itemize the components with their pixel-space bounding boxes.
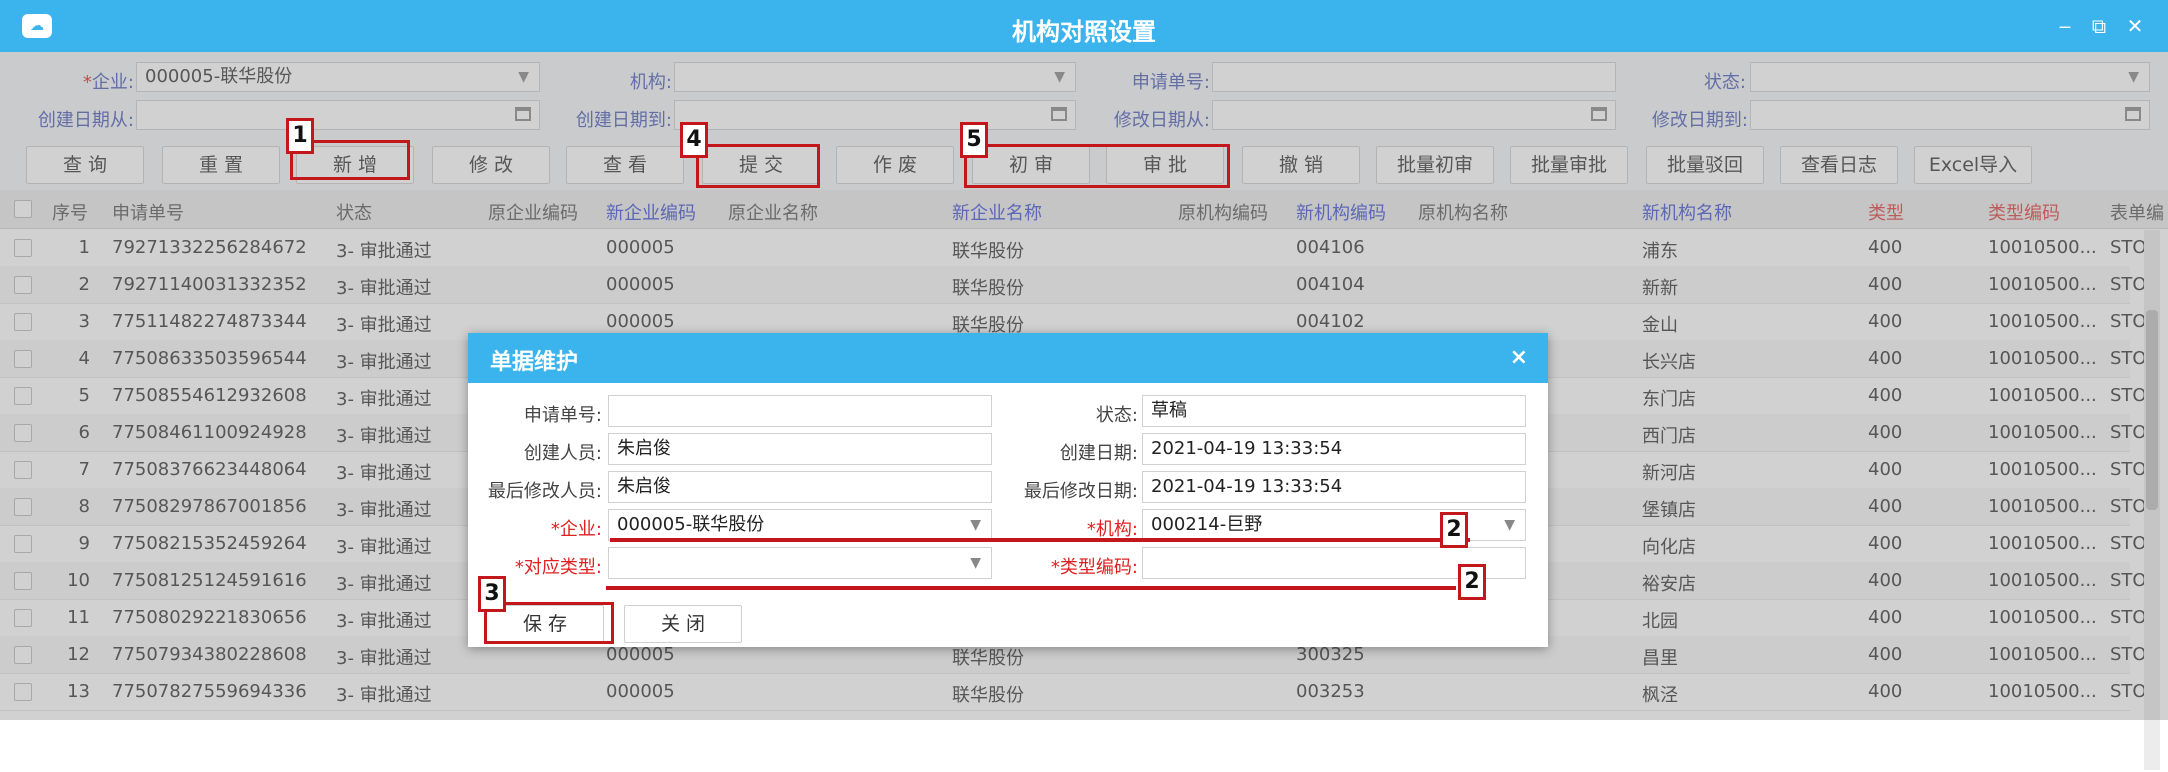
annotation-number-4: 4 [680,122,708,158]
status-field[interactable]: 草稿 [1142,395,1526,427]
restore-icon[interactable]: ⧉ [2086,14,2112,38]
annotation-underline-row-1 [610,538,1470,542]
highlight-review-approve-buttons [964,144,1230,188]
enterprise-label: *企业: [550,519,602,540]
minimize-icon[interactable]: ‒ [2052,14,2078,38]
chevron-down-icon: ▼ [970,517,981,533]
dialog-close-icon[interactable]: × [1510,345,1528,370]
enterprise-select[interactable]: 000005-联华股份 ▼ [608,509,992,541]
last-modified-date-label: 最后修改日期: [1023,481,1138,502]
close-icon[interactable]: ✕ [2122,14,2148,38]
close-button[interactable]: 关 闭 [624,605,742,643]
annotation-number-2b: 2 [1458,564,1486,600]
type-code-label: *类型编码: [1050,557,1138,578]
created-date-label: 创建日期: [1059,443,1138,464]
org-select[interactable]: 000214-巨野 ▼ [1142,509,1526,541]
creator-field[interactable]: 朱启俊 [608,433,992,465]
document-dialog: 单据维护 × 申请单号: 状态: 草稿 创建人员: 朱启俊 创建日期: 2021… [468,333,1548,647]
chevron-down-icon: ▼ [1504,517,1515,533]
dialog-title-bar: 单据维护 × [468,333,1548,383]
window-title: 机构对照设置 [1012,18,1156,46]
mapping-type-select[interactable]: ▼ [608,547,992,579]
annotation-number-3: 3 [478,576,506,612]
request-no-field[interactable] [608,395,992,427]
creator-label: 创建人员: [523,443,602,464]
highlight-submit-button [696,144,820,188]
annotation-number-2a: 2 [1440,512,1468,548]
chevron-down-icon: ▼ [970,555,981,571]
status-label: 状态: [1095,405,1138,426]
annotation-number-5: 5 [960,122,988,158]
last-modified-date-field[interactable]: 2021-04-19 13:33:54 [1142,471,1526,503]
annotation-number-1: 1 [286,118,314,154]
last-modifier-field[interactable]: 朱启俊 [608,471,992,503]
request-no-label: 申请单号: [523,405,602,426]
last-modifier-label: 最后修改人员: [487,481,602,502]
created-date-field[interactable]: 2021-04-19 13:33:54 [1142,433,1526,465]
annotation-underline-row-2 [606,586,1456,590]
title-bar: ☁ 机构对照设置 ‒ ⧉ ✕ [0,0,2168,52]
dialog-title: 单据维护 [490,350,579,375]
